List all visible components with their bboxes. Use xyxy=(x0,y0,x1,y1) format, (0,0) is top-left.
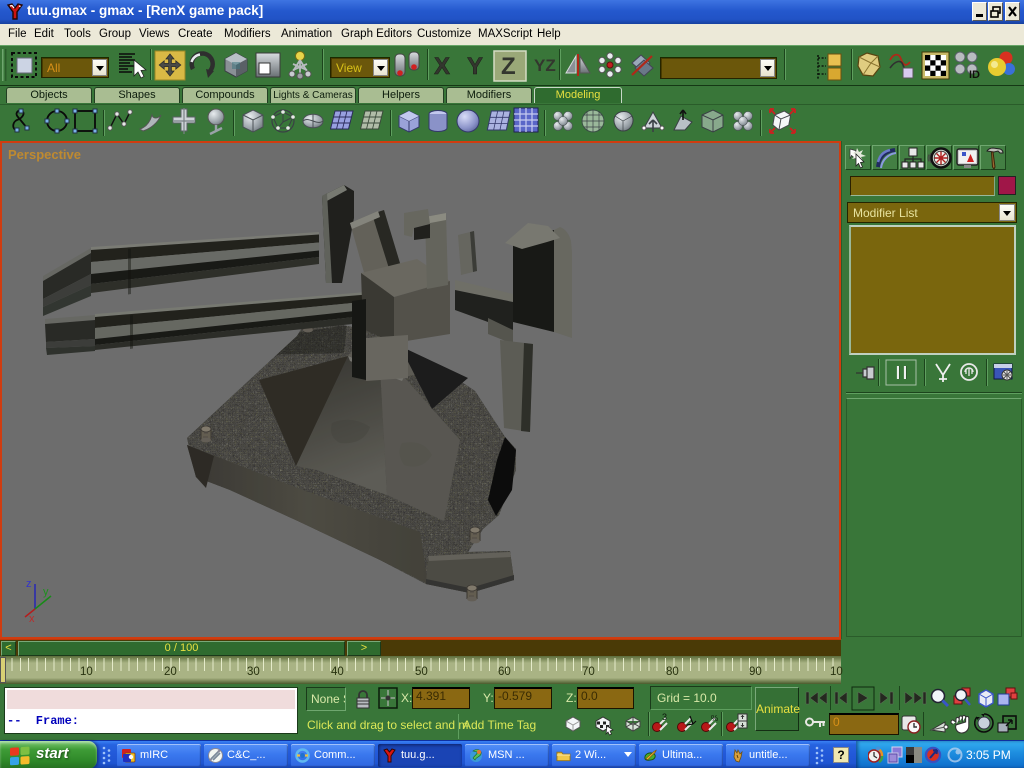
svg-text:z: z xyxy=(26,578,32,590)
svg-text:x: x xyxy=(29,613,35,625)
svg-text:3: 3 xyxy=(662,712,667,722)
svg-text:Y: Y xyxy=(467,53,483,80)
svg-text:Z: Z xyxy=(501,53,516,80)
svg-text:y: y xyxy=(43,586,49,598)
svg-text:X: X xyxy=(434,53,450,80)
svg-text:ID: ID xyxy=(969,69,980,81)
svg-text:YZ: YZ xyxy=(534,56,556,75)
svg-text:%: % xyxy=(711,714,718,723)
